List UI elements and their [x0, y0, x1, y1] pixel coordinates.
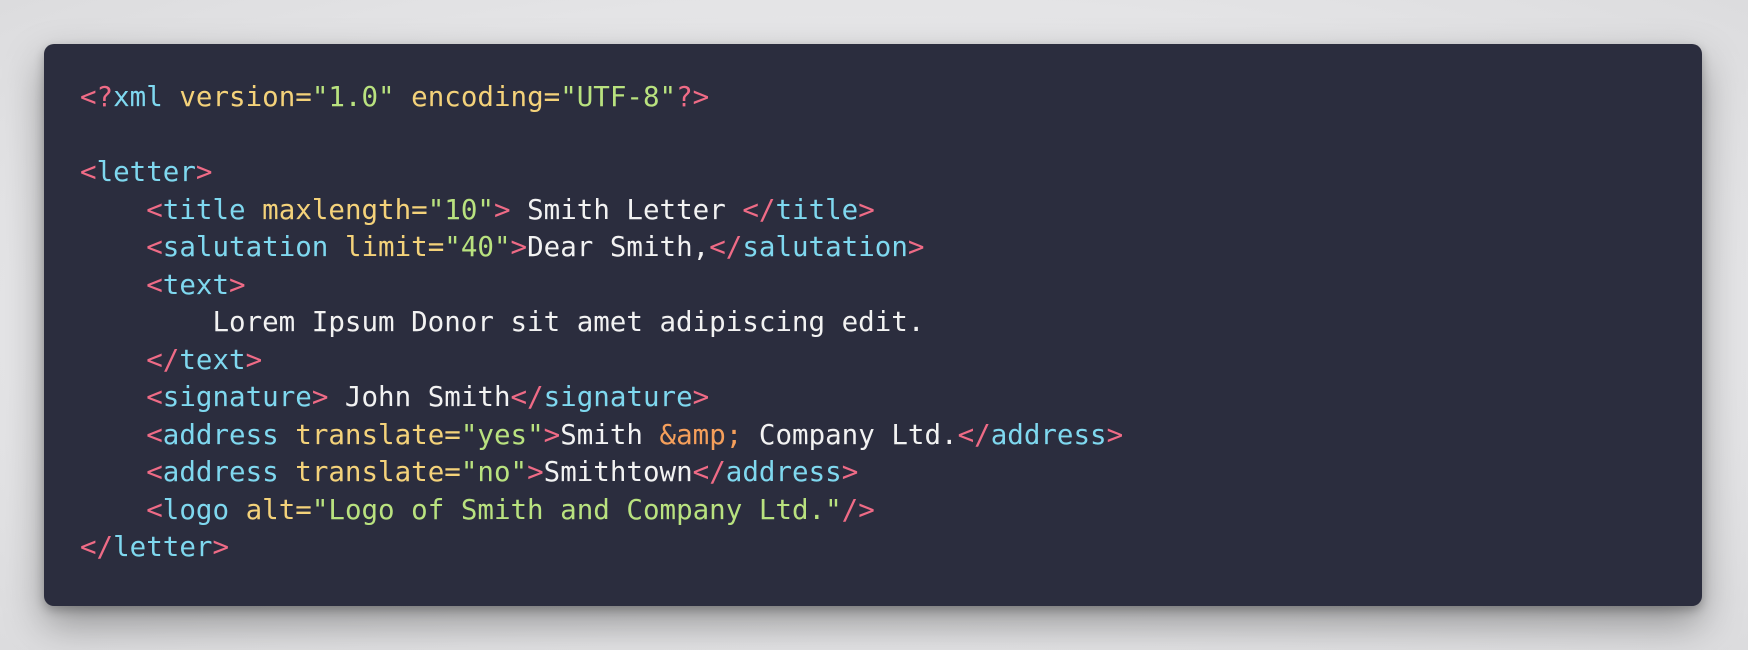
signature-text: John Smith	[328, 381, 511, 413]
value-limit: "40"	[444, 231, 511, 263]
address-text: Smithtown	[543, 456, 693, 488]
code-line-text-close: </text>	[80, 342, 1123, 380]
punct-end: </	[709, 231, 743, 263]
value-alt: "Logo of Smith and Company Ltd."	[311, 493, 842, 526]
address-text-after: Company Ltd.	[742, 418, 958, 451]
xml-decl-close: ?>	[676, 81, 710, 113]
tag-signature-close: signature	[543, 381, 693, 413]
punct-lt: <	[146, 381, 163, 413]
attr-maxlength: maxlength=	[262, 193, 428, 226]
punct-gt: >	[510, 231, 528, 263]
punct-gt: >	[1106, 418, 1124, 451]
tag-address-close: address	[725, 456, 842, 488]
punct-gt: >	[195, 156, 213, 188]
code-line-title: <title maxlength="10"> Smith Letter </ti…	[80, 192, 1123, 230]
tag-text: text	[162, 268, 230, 301]
punct-gt: >	[907, 231, 925, 263]
attr-version: version=	[179, 81, 312, 113]
tag-letter-close: letter	[113, 531, 213, 563]
punct-end: </	[146, 343, 180, 376]
value-translate-no: "no"	[460, 456, 528, 488]
punct-gt: >	[311, 381, 329, 413]
xml-decl-open: <?	[80, 81, 114, 113]
punct-gt: >	[543, 418, 561, 451]
code-line-signature: <signature> John Smith</signature>	[80, 379, 1123, 417]
attr-translate: translate=	[295, 418, 461, 451]
code-window: <?xml version="1.0" encoding="UTF-8"?> <…	[44, 44, 1702, 606]
xml-decl-name: xml	[113, 81, 163, 113]
punct-gt: >	[692, 381, 710, 413]
punct-end: </	[80, 531, 114, 563]
punct-lt: <	[146, 231, 163, 263]
tag-address: address	[162, 456, 279, 488]
title-text: Smith Letter	[510, 193, 743, 226]
attr-limit: limit=	[344, 231, 445, 263]
code-line-address-2: <address translate="no">Smithtown</addre…	[80, 454, 1123, 492]
code-line-logo: <logo alt="Logo of Smith and Company Ltd…	[80, 492, 1123, 530]
code-line-address-1: <address translate="yes">Smith &amp; Com…	[80, 417, 1123, 455]
attr-encoding: encoding=	[411, 81, 561, 113]
punct-lt: <	[146, 418, 163, 451]
punct-lt: <	[146, 193, 163, 226]
attr-translate: translate=	[295, 456, 461, 488]
entity-amp: &amp;	[659, 418, 743, 451]
tag-salutation: salutation	[162, 231, 329, 263]
value-translate-yes: "yes"	[460, 418, 544, 451]
attr-alt: alt=	[245, 493, 312, 526]
tag-text-close: text	[179, 343, 246, 376]
punct-gt: >	[245, 343, 263, 376]
code-line-text-content: Lorem Ipsum Donor sit amet adipiscing ed…	[80, 304, 1123, 342]
code-line-xml-declaration: <?xml version="1.0" encoding="UTF-8"?>	[80, 79, 1123, 117]
value-version: "1.0"	[311, 81, 395, 113]
code-line-letter-open: <letter>	[80, 154, 1123, 192]
punct-end: </	[692, 456, 726, 488]
punct-gt: >	[841, 456, 859, 488]
punct-gt: >	[858, 193, 875, 226]
tag-address-close: address	[990, 418, 1107, 451]
punct-lt: <	[80, 156, 97, 188]
code-line-letter-close: </letter>	[80, 529, 1123, 567]
punct-end: </	[957, 418, 991, 451]
punct-lt: <	[146, 268, 163, 301]
value-encoding: "UTF-8"	[560, 81, 677, 113]
text-content: Lorem Ipsum Donor sit amet adipiscing ed…	[212, 306, 925, 338]
code-line-salutation: <salutation limit="40">Dear Smith,</salu…	[80, 229, 1123, 267]
address-text-before: Smith	[560, 418, 660, 451]
tag-signature: signature	[162, 381, 312, 413]
xml-code-block: <?xml version="1.0" encoding="UTF-8"?> <…	[80, 79, 1123, 567]
tag-title-close: title	[775, 193, 859, 226]
punct-gt: >	[493, 193, 511, 226]
punct-gt: >	[212, 531, 230, 563]
punct-gt: >	[527, 456, 544, 488]
punct-gt: >	[229, 268, 246, 301]
punct-selfclose: />	[841, 493, 875, 526]
punct-lt: <	[146, 493, 163, 526]
punct-end: </	[742, 193, 776, 226]
tag-logo: logo	[162, 493, 230, 526]
punct-end: </	[510, 381, 544, 413]
tag-title: title	[162, 193, 246, 226]
tag-address: address	[162, 418, 279, 451]
punct-lt: <	[146, 456, 163, 488]
salutation-text: Dear Smith,	[527, 231, 710, 263]
code-line-text-open: <text>	[80, 267, 1123, 305]
value-maxlength: "10"	[427, 193, 494, 226]
tag-letter: letter	[96, 156, 196, 188]
tag-salutation-close: salutation	[742, 231, 908, 263]
